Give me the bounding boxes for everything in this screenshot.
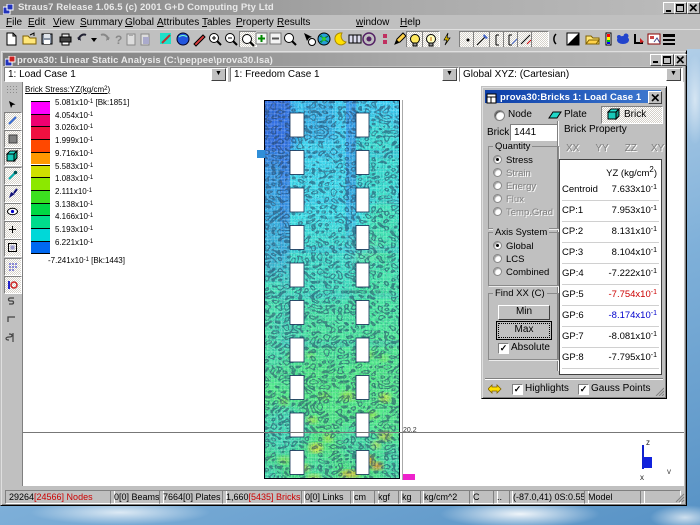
svg-text:x: x [640, 473, 644, 482]
svg-text:z: z [646, 438, 650, 447]
svg-text:?: ? [115, 33, 122, 47]
